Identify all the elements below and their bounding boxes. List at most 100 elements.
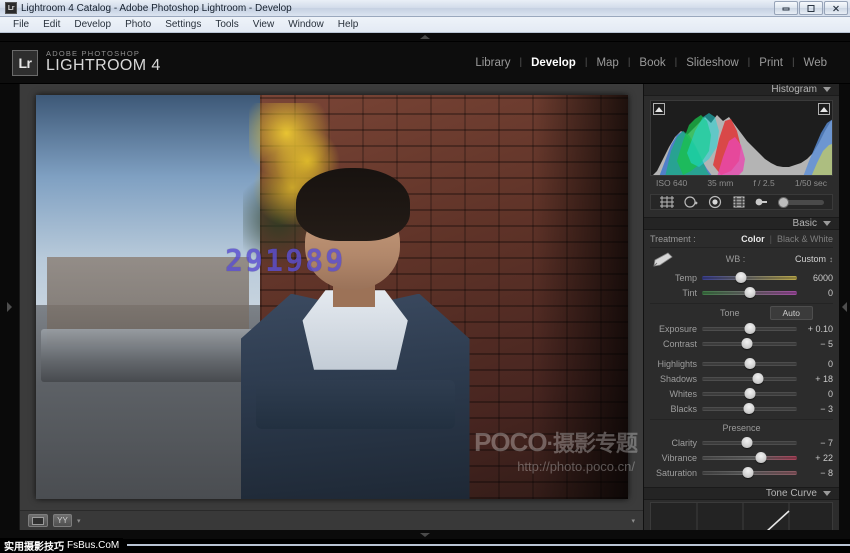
identity-plate[interactable]: Lr ADOBE PHOTOSHOP LIGHTROOM 4 — [12, 50, 161, 76]
slider-label-shadows: Shadows — [650, 374, 702, 384]
maximize-button[interactable] — [799, 1, 823, 15]
auto-tone-button[interactable]: Auto — [770, 306, 814, 320]
slider-value-shadows[interactable]: + 18 — [797, 374, 833, 384]
view-toolbar-right: ▾ — [631, 517, 635, 525]
white-balance-value[interactable]: Custom — [795, 254, 826, 264]
photo-preview[interactable]: 291989 — [36, 95, 628, 499]
minimize-button[interactable] — [774, 1, 798, 15]
slider-track-vibrance[interactable] — [702, 456, 797, 460]
slider-track-contrast[interactable] — [702, 342, 797, 346]
tone-curve-graph[interactable] — [650, 502, 833, 530]
crop-overlay-icon[interactable] — [659, 195, 675, 209]
tone-curve-header[interactable]: Tone Curve — [644, 487, 839, 500]
slider-value-temp[interactable]: 6000 — [797, 273, 833, 283]
watermark-digits: 291989 — [225, 244, 345, 279]
close-button[interactable] — [824, 1, 848, 15]
menu-item-view[interactable]: View — [246, 17, 282, 32]
slider-track-tint[interactable] — [702, 291, 797, 295]
module-develop[interactable]: Develop — [522, 57, 585, 69]
slider-track-shadows[interactable] — [702, 377, 797, 381]
loupe-view-button[interactable] — [28, 514, 48, 527]
module-print[interactable]: Print — [750, 57, 792, 69]
slider-value-vibrance[interactable]: + 22 — [797, 453, 833, 463]
menu-item-develop[interactable]: Develop — [67, 17, 118, 32]
slider-knob-temp[interactable] — [735, 272, 746, 283]
slider-knob-contrast[interactable] — [741, 338, 752, 349]
lightroom-badge-icon: Lr — [12, 50, 38, 76]
highlight-clipping-indicator[interactable] — [818, 103, 830, 115]
exif-iso: ISO 640 — [656, 178, 687, 188]
slider-value-highlights[interactable]: 0 — [797, 359, 833, 369]
spot-removal-icon[interactable] — [683, 195, 699, 209]
module-web[interactable]: Web — [795, 57, 836, 69]
slider-label-saturation: Saturation — [650, 468, 702, 478]
slider-track-exposure[interactable] — [702, 327, 797, 331]
red-eye-icon[interactable] — [707, 195, 723, 209]
module-map[interactable]: Map — [587, 57, 627, 69]
slider-track-whites[interactable] — [702, 392, 797, 396]
menu-item-window[interactable]: Window — [281, 17, 331, 32]
histogram-header[interactable]: Histogram — [644, 84, 839, 96]
slider-value-exposure[interactable]: + 0.10 — [797, 324, 833, 334]
module-library[interactable]: Library — [466, 57, 519, 69]
image-canvas[interactable]: 291989 POCO·摄影专题 http://photo.poco.cn/ — [20, 84, 643, 510]
module-book[interactable]: Book — [630, 57, 674, 69]
slider-knob-clarity[interactable] — [741, 437, 752, 448]
slider-knob-tint[interactable] — [744, 287, 755, 298]
slider-value-clarity[interactable]: − 7 — [797, 438, 833, 448]
slider-label-highlights: Highlights — [650, 359, 702, 369]
toolbar-options-chevron-icon[interactable]: ▾ — [631, 517, 635, 525]
right-panel-toggle[interactable] — [839, 84, 850, 530]
chevron-down-icon[interactable] — [823, 491, 831, 496]
chevron-down-icon[interactable]: ▾ — [77, 517, 81, 525]
slider-knob-blacks[interactable] — [743, 403, 754, 414]
photo-wall-shadow — [533, 95, 628, 499]
slider-knob-shadows[interactable] — [753, 373, 764, 384]
chevron-down-icon[interactable] — [823, 87, 831, 92]
slider-value-contrast[interactable]: − 5 — [797, 339, 833, 349]
white-balance-label: WB : — [676, 254, 795, 264]
slider-knob-exposure[interactable] — [744, 323, 755, 334]
treatment-bw-option[interactable]: Black & White — [777, 234, 833, 244]
histogram-graph[interactable] — [650, 100, 833, 176]
left-panel-toggle[interactable] — [0, 84, 20, 530]
menu-item-file[interactable]: File — [6, 17, 36, 32]
treatment-color-option[interactable]: Color — [741, 234, 765, 244]
graduated-filter-icon[interactable] — [731, 195, 747, 209]
module-slideshow[interactable]: Slideshow — [677, 57, 747, 69]
shadow-clipping-indicator[interactable] — [653, 103, 665, 115]
slider-track-temp[interactable] — [702, 276, 797, 280]
chevron-down-icon[interactable] — [823, 221, 831, 226]
identity-text: ADOBE PHOTOSHOP LIGHTROOM 4 — [46, 50, 161, 75]
triangle-icon — [655, 107, 663, 112]
slider-value-saturation[interactable]: − 8 — [797, 468, 833, 478]
menu-item-settings[interactable]: Settings — [158, 17, 208, 32]
slider-knob-saturation[interactable] — [742, 467, 753, 478]
adjustment-brush-icon[interactable] — [755, 196, 768, 208]
slider-value-tint[interactable]: 0 — [797, 288, 833, 298]
menu-item-photo[interactable]: Photo — [118, 17, 158, 32]
white-balance-stepper-icon[interactable]: ↕ — [829, 255, 833, 264]
module-picker: Library | Develop | Map | Book | Slidesh… — [466, 57, 836, 69]
slider-label-vibrance: Vibrance — [650, 453, 702, 463]
slider-track-blacks[interactable] — [702, 407, 797, 411]
slider-knob-whites[interactable] — [744, 388, 755, 399]
top-panel-toggle[interactable] — [0, 33, 850, 42]
slider-value-blacks[interactable]: − 3 — [797, 404, 833, 414]
tool-amount-slider[interactable] — [778, 200, 824, 205]
exif-shutter: 1/50 sec — [795, 178, 827, 188]
slider-knob-vibrance[interactable] — [755, 452, 766, 463]
slider-track-clarity[interactable] — [702, 441, 797, 445]
slider-track-saturation[interactable] — [702, 471, 797, 475]
slider-track-highlights[interactable] — [702, 362, 797, 366]
tool-slider-knob[interactable] — [778, 197, 789, 208]
slider-knob-highlights[interactable] — [744, 358, 755, 369]
compare-view-button[interactable]: YY — [53, 514, 72, 527]
slider-value-whites[interactable]: 0 — [797, 389, 833, 399]
white-balance-selector-icon[interactable] — [650, 251, 676, 267]
filmstrip-toggle[interactable] — [0, 530, 850, 539]
menu-item-tools[interactable]: Tools — [208, 17, 245, 32]
menu-item-edit[interactable]: Edit — [36, 17, 67, 32]
menu-item-help[interactable]: Help — [331, 17, 366, 32]
basic-panel-header[interactable]: Basic — [644, 217, 839, 230]
